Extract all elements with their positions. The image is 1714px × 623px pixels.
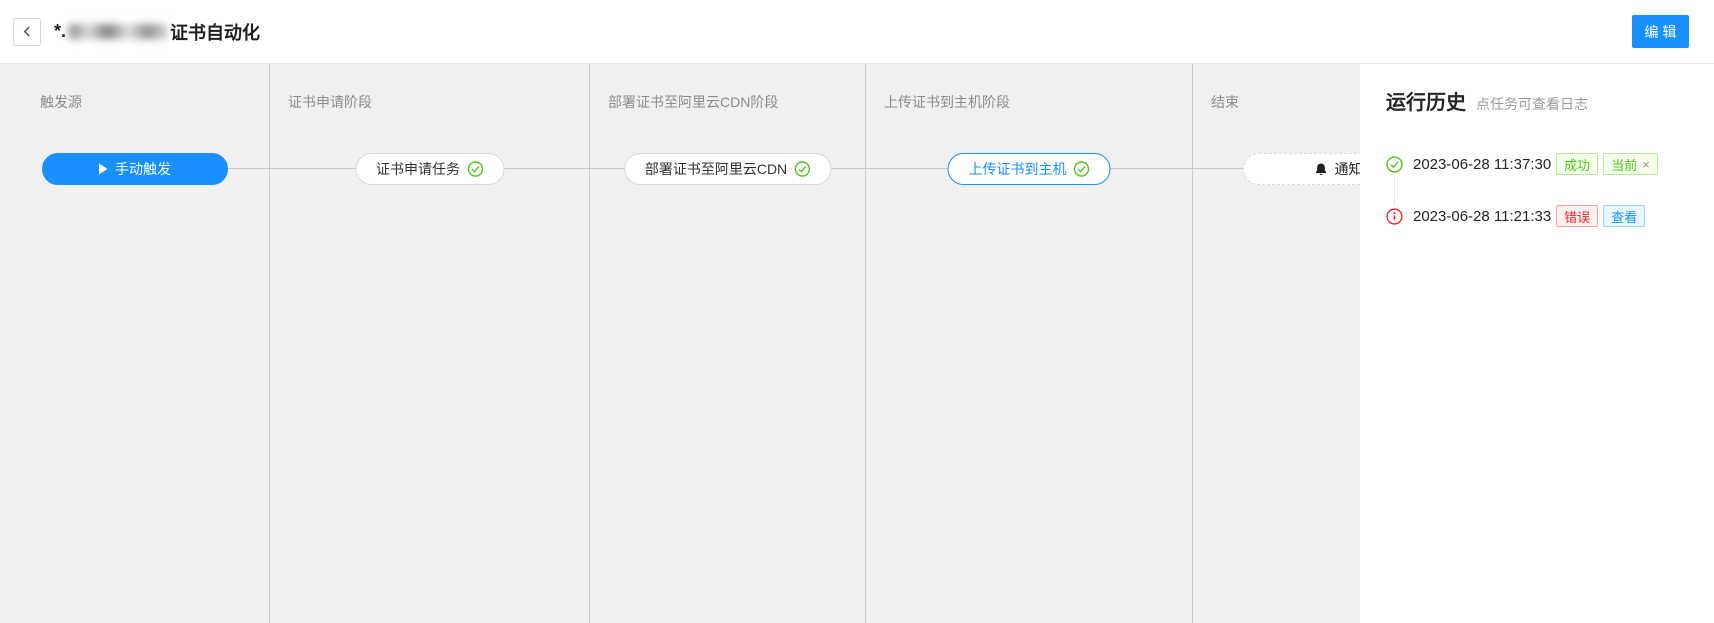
stage-upload-host: 上传证书到主机阶段 上传证书到主机 — [866, 64, 1193, 623]
info-circle-icon — [1386, 208, 1403, 225]
check-circle-icon — [794, 161, 810, 177]
play-icon — [98, 163, 108, 175]
redacted-domain-text — [69, 24, 167, 39]
node-label: 证书申请任务 — [376, 159, 460, 179]
stage-label: 证书申请阶段 — [288, 92, 372, 112]
chevron-left-icon — [22, 26, 33, 37]
node-label: 手动触发 — [115, 159, 171, 179]
close-icon[interactable]: × — [1642, 157, 1650, 172]
node-manual-trigger[interactable]: 手动触发 — [42, 153, 228, 185]
run-timestamp: 2023-06-28 11:37:30 — [1413, 156, 1551, 173]
stage-trigger: 触发源 手动触发 — [0, 64, 270, 623]
run-timeline: 2023-06-28 11:37:30 成功 当前× 2023-06-28 11… — [1386, 153, 1694, 227]
stage-label: 部署证书至阿里云CDN阶段 — [608, 92, 778, 112]
view-log-button[interactable]: 查看 — [1603, 205, 1645, 227]
run-history-panel: 运行历史 点任务可查看日志 2023-06-28 11:37:30 成功 当前×… — [1360, 64, 1714, 623]
status-badge-success: 成功 — [1556, 153, 1598, 175]
header: *. 证书自动化 编 辑 — [0, 0, 1714, 64]
node-deploy-cdn[interactable]: 部署证书至阿里云CDN — [624, 153, 831, 185]
edit-button[interactable]: 编 辑 — [1632, 15, 1689, 48]
run-entry[interactable]: 2023-06-28 11:37:30 成功 当前× — [1386, 153, 1694, 175]
check-circle-icon — [467, 161, 483, 177]
stage-cert-apply: 证书申请阶段 证书申请任务 — [270, 64, 590, 623]
check-circle-icon — [1386, 156, 1403, 173]
title-prefix: *. — [54, 21, 66, 42]
page-title: *. 证书自动化 — [54, 19, 260, 45]
node-cert-apply-task[interactable]: 证书申请任务 — [355, 153, 504, 185]
title-suffix: 证书自动化 — [170, 19, 260, 45]
stage-deploy-cdn: 部署证书至阿里云CDN阶段 部署证书至阿里云CDN — [590, 64, 866, 623]
panel-subtitle: 点任务可查看日志 — [1476, 94, 1588, 114]
timeline-connector — [1394, 175, 1395, 205]
stage-label: 结束 — [1211, 92, 1239, 112]
run-timestamp: 2023-06-28 11:21:33 — [1413, 208, 1551, 225]
run-entry[interactable]: 2023-06-28 11:21:33 错误 查看 — [1386, 205, 1694, 227]
node-label: 部署证书至阿里云CDN — [645, 159, 787, 179]
status-badge-error: 错误 — [1556, 205, 1598, 227]
stage-label: 触发源 — [40, 92, 82, 112]
bell-icon — [1314, 162, 1328, 177]
current-run-badge[interactable]: 当前× — [1603, 153, 1658, 175]
check-circle-icon — [1074, 161, 1090, 177]
panel-header: 运行历史 点任务可查看日志 — [1386, 86, 1694, 115]
node-label: 上传证书到主机 — [969, 159, 1067, 179]
node-upload-host[interactable]: 上传证书到主机 — [948, 153, 1111, 185]
panel-title: 运行历史 — [1386, 86, 1466, 115]
stage-label: 上传证书到主机阶段 — [884, 92, 1010, 112]
back-button[interactable] — [13, 18, 41, 46]
